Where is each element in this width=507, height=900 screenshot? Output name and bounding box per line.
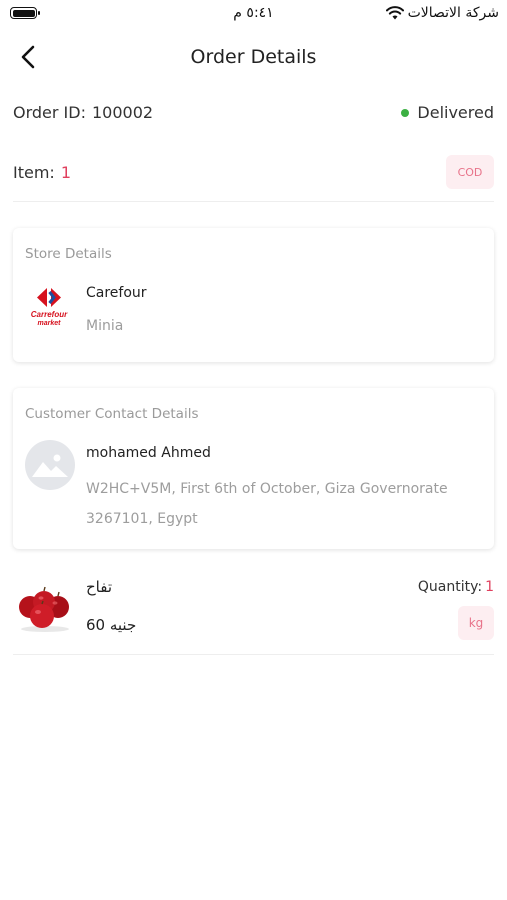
item-count-value: 1: [60, 163, 71, 182]
quantity-value: 1: [485, 579, 494, 595]
order-summary-row: Order ID: 100002 Delivered: [13, 103, 494, 127]
customer-details-card: Customer Contact Details mohamed Ahmed W…: [13, 388, 494, 549]
item-row: Item: 1 COD: [13, 155, 494, 191]
product-quantity: Quantity: 1: [418, 579, 494, 595]
product-name: تفاح: [86, 578, 113, 596]
customer-name: mohamed Ahmed: [86, 445, 211, 461]
carrier-name: شركة الاتصالات: [407, 5, 499, 21]
customer-address: W2HC+V5M, First 6th of October, Giza Gov…: [86, 481, 448, 527]
item-count-label: Item:: [13, 163, 55, 182]
divider: [13, 654, 494, 655]
order-id-value: 100002: [91, 103, 154, 122]
logo-text: Carrefour: [31, 310, 68, 319]
customer-section-title: Customer Contact Details: [25, 406, 199, 422]
order-id: Order ID: 100002: [13, 103, 153, 122]
product-price: 60 جنيه: [86, 616, 137, 634]
order-id-label: Order ID:: [13, 103, 86, 122]
status-label: Delivered: [417, 103, 494, 122]
carrefour-logo: Carrefour market: [31, 288, 68, 327]
item-count: Item: 1: [13, 163, 71, 182]
status-bar: ٥:٤١ م شركة الاتصالات: [0, 0, 507, 28]
order-status: Delivered: [401, 103, 494, 122]
store-city: Minia: [86, 318, 124, 334]
payment-method-badge: COD: [446, 155, 494, 189]
store-section-title: Store Details: [25, 246, 112, 262]
avatar: [25, 440, 75, 490]
image-placeholder-icon: [32, 454, 68, 477]
quantity-label: Quantity:: [417, 579, 483, 595]
unit-badge: kg: [458, 606, 494, 640]
app-header: Order Details: [0, 36, 507, 80]
page-title: Order Details: [190, 46, 317, 68]
product-row: تفاح 60 جنيه Quantity: 1 kg: [13, 575, 494, 647]
wifi-icon: [385, 6, 404, 20]
product-image: [19, 586, 69, 632]
status-dot-icon: [401, 108, 410, 117]
divider: [13, 201, 494, 202]
logo-subtext: market: [38, 320, 62, 327]
store-name: Carefour: [86, 285, 147, 301]
store-details-card: Store Details Carrefour market Carefour …: [13, 228, 494, 362]
carrier-info: شركة الاتصالات: [385, 5, 499, 21]
